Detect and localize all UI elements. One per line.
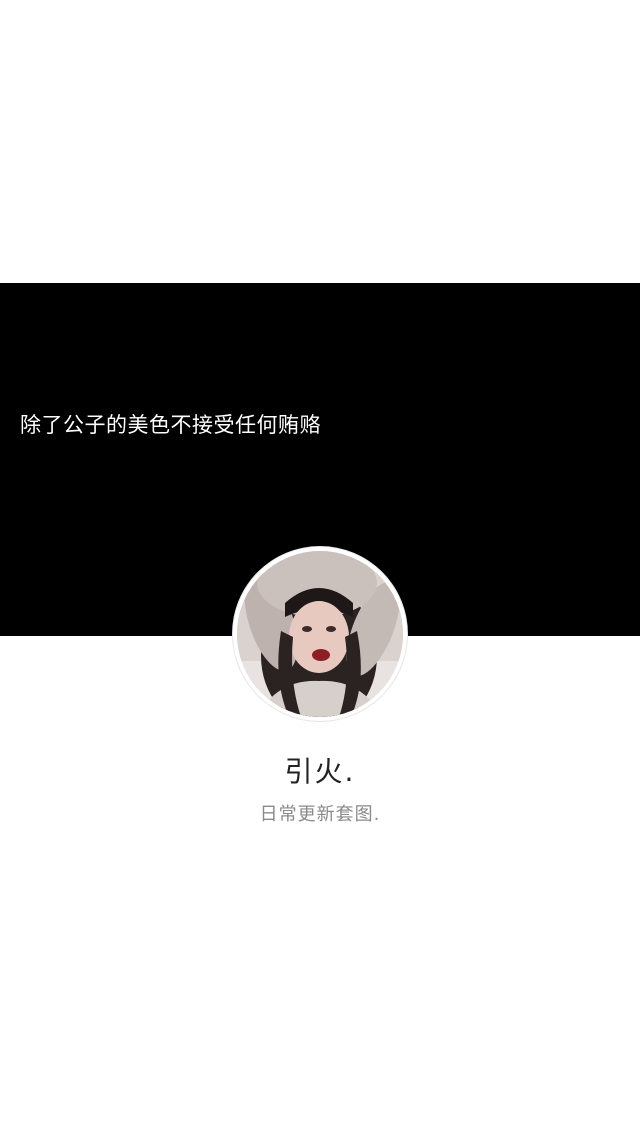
avatar[interactable] [233, 547, 407, 721]
cover-caption: 除了公子的美色不接受任何贿赂 [20, 413, 321, 437]
avatar-photo-icon [237, 551, 403, 717]
profile-nickname: 引火. [284, 755, 356, 788]
top-blank-area [0, 0, 640, 283]
profile-bio: 日常更新套图. [259, 804, 381, 825]
